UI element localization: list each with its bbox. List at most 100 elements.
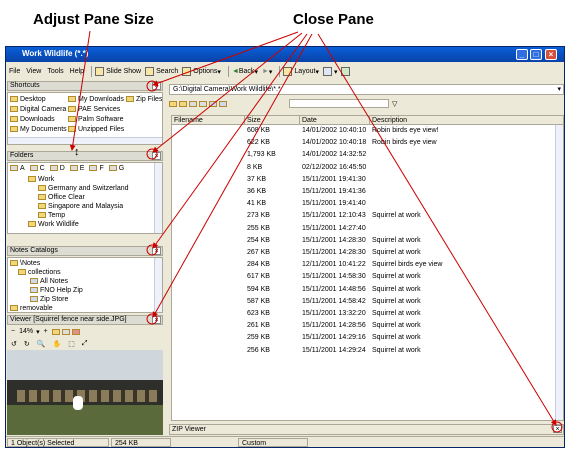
column-size[interactable]: Size xyxy=(245,116,300,125)
shortcut-palm-software[interactable]: Palm Software xyxy=(68,115,124,124)
shortcut-my-documents[interactable]: My Documents xyxy=(10,125,67,134)
notes-tree-item[interactable]: removable xyxy=(10,304,53,312)
options-button[interactable]: Options ▾ xyxy=(182,67,221,76)
table-row[interactable]: squirrel2.jpg36 KB15/11/2001 19:41:36 xyxy=(172,187,563,197)
table-row[interactable]: Tail swing 3.JPG259 KB15/11/2001 14:29:1… xyxy=(172,333,563,343)
table-row[interactable]: Squirrel fence.JPG267 KB15/11/2001 14:28… xyxy=(172,248,563,258)
select-tool-icon[interactable]: ⬚ xyxy=(68,340,75,348)
zoom-out-icon[interactable]: − xyxy=(11,328,15,335)
shortcut-zip-files[interactable]: Zip Files xyxy=(126,95,162,104)
table-row[interactable]: squirrel1.jpg37 KB15/11/2001 19:41:30 xyxy=(172,175,563,185)
table-row[interactable]: Squirrel pipe far.JPG587 KB15/11/2001 14… xyxy=(172,297,563,307)
drive-d[interactable]: D xyxy=(49,164,65,173)
folders-scrollbar[interactable] xyxy=(154,163,162,233)
view-mode-button[interactable]: ▾ xyxy=(322,67,337,76)
minimize-icon[interactable]: _ xyxy=(516,49,528,60)
maximize-icon[interactable]: □ xyxy=(530,49,542,60)
slideshow-button[interactable]: Slide Show xyxy=(95,67,141,76)
move-icon[interactable] xyxy=(199,100,207,107)
date-cell: 15/11/2001 14:48:56 xyxy=(302,285,366,293)
shortcut-digital-camera[interactable]: Digital Camera xyxy=(10,105,66,114)
shortcut-unzipped-files[interactable]: Unzipped Files xyxy=(68,125,124,134)
table-row[interactable]: Squirrel fence near r...255 KB15/11/2001… xyxy=(172,224,563,234)
table-row[interactable]: Tail swing.JPG256 KB15/11/2001 14:29:24S… xyxy=(172,346,563,356)
layout-button[interactable]: Layout ▾ xyxy=(283,67,319,76)
address-dropdown-icon[interactable]: ▾ xyxy=(557,85,561,94)
shortcuts-hscrollbar[interactable] xyxy=(8,137,162,144)
shortcut-downloads[interactable]: Downloads xyxy=(10,115,55,124)
drive-a[interactable]: A xyxy=(10,164,25,173)
table-row[interactable]: Squirrel Pipe close.J...594 KB15/11/2001… xyxy=(172,285,563,295)
column-description[interactable]: Description xyxy=(370,116,563,125)
refresh-button[interactable] xyxy=(341,67,352,76)
shortcuts-close-icon[interactable]: × xyxy=(152,82,161,90)
size-cell: 261 KB xyxy=(247,322,270,330)
zoom-tool-icon[interactable]: 🔍 xyxy=(37,340,46,348)
drive-f[interactable]: F xyxy=(89,164,104,173)
table-row[interactable]: Tail swing 2.JPG261 KB15/11/2001 14:28:5… xyxy=(172,321,563,331)
shortcut-my-downloads[interactable]: My Downloads xyxy=(68,95,124,104)
table-row[interactable]: DSCF0046.AVI1,793 KB14/01/2002 14:32:52 xyxy=(172,150,563,160)
menu-tools[interactable]: Tools xyxy=(47,68,63,75)
delete-icon[interactable] xyxy=(71,328,80,335)
crop-tool-icon[interactable]: ⤢ xyxy=(82,340,88,348)
folder-item[interactable]: Work Wildlife xyxy=(28,220,79,229)
folder-item[interactable]: Office Clear xyxy=(38,193,85,202)
table-row[interactable]: Inotes3.ino8 KB02/12/2002 16:45:50 xyxy=(172,163,563,173)
notes-tree-item[interactable]: FNO Help Zip xyxy=(30,286,83,295)
menu-file[interactable]: File xyxy=(9,68,20,75)
pane-resize-handle-icon[interactable]: ↕ xyxy=(74,147,80,158)
drive-g[interactable]: G xyxy=(108,164,124,173)
grid-icon[interactable] xyxy=(61,328,70,335)
zip-viewer-close-icon[interactable]: × xyxy=(553,425,562,433)
shortcut-pae-services[interactable]: PAE Services xyxy=(68,105,120,114)
notes-tree-item[interactable]: collections xyxy=(18,268,61,277)
viewer-close-icon[interactable]: × xyxy=(152,316,161,324)
folders-close-icon[interactable]: × xyxy=(152,152,161,160)
table-row[interactable]: Squirrel Pipe far 2.JPG623 KB15/11/2001 … xyxy=(172,309,563,319)
rotate-left-icon[interactable]: ↺ xyxy=(11,340,17,348)
table-row[interactable]: DSCF0016.JPG608 KB14/01/2002 10:40:10Rob… xyxy=(172,126,563,136)
description-cell: Squirrel at work xyxy=(372,346,421,354)
table-row[interactable]: Squirrel Ground.JPG284 KB12/11/2001 10:4… xyxy=(172,260,563,270)
zoom-in-icon[interactable]: + xyxy=(44,328,48,335)
info-icon[interactable] xyxy=(219,100,227,107)
table-row[interactable]: squirrel3.jpg41 KB15/11/2001 19:41:40 xyxy=(172,199,563,209)
address-bar[interactable]: G:\Digital Camera\Work Wildlife\*.* ▾ xyxy=(169,84,564,95)
filter-box[interactable] xyxy=(289,99,389,108)
folder-item[interactable]: Temp xyxy=(38,211,65,220)
folder-item[interactable]: Work xyxy=(28,175,54,184)
new-folder-icon[interactable] xyxy=(179,100,187,107)
folder-item[interactable]: Germany and Switzerland xyxy=(38,184,129,193)
menu-view[interactable]: View xyxy=(26,68,41,75)
back-button[interactable]: ◄ Back ▾ xyxy=(232,68,258,76)
close-icon[interactable]: × xyxy=(545,49,557,60)
search-button[interactable]: Search xyxy=(145,67,178,76)
column-filename[interactable]: Filename xyxy=(172,116,245,125)
drive-e[interactable]: E xyxy=(69,164,84,173)
table-row[interactable]: Squirrel fence far.JPG273 KB15/11/2001 1… xyxy=(172,211,563,221)
column-date[interactable]: Date xyxy=(300,116,370,125)
notes-tree-item[interactable]: Zip Store xyxy=(30,295,68,304)
folders-pane: A C D E F G Work Germany and Switzerland… xyxy=(7,162,163,234)
drive-c[interactable]: C xyxy=(29,164,45,173)
notes-tree-item[interactable]: \Notes xyxy=(10,259,40,268)
forward-button[interactable]: ► ▾ xyxy=(262,68,272,76)
table-row[interactable]: Squirrel pipe 3.JPG617 KB15/11/2001 14:5… xyxy=(172,272,563,282)
file-list-scrollbar[interactable] xyxy=(555,125,563,420)
copy-icon[interactable] xyxy=(189,100,197,107)
filter-icon[interactable]: ▽ xyxy=(392,100,397,108)
table-row[interactable]: DSCF0017.JPG622 KB14/01/2002 10:40:18Rob… xyxy=(172,138,563,148)
notes-scrollbar[interactable] xyxy=(154,258,162,312)
notes-close-icon[interactable]: × xyxy=(152,247,161,255)
properties-icon[interactable] xyxy=(209,100,217,107)
shortcut-desktop[interactable]: Desktop xyxy=(10,95,46,104)
rotate-right-icon[interactable]: ↻ xyxy=(24,340,30,348)
menu-help[interactable]: Help xyxy=(70,68,84,75)
fit-icon[interactable] xyxy=(51,328,60,335)
hand-tool-icon[interactable]: ✋ xyxy=(52,340,61,348)
notes-tree-item[interactable]: All Notes xyxy=(30,277,68,286)
folder-up-icon[interactable] xyxy=(169,100,177,107)
folder-item[interactable]: Singapore and Malaysia xyxy=(38,202,123,211)
table-row[interactable]: Squirrel fence near si...254 KB15/11/200… xyxy=(172,236,563,246)
